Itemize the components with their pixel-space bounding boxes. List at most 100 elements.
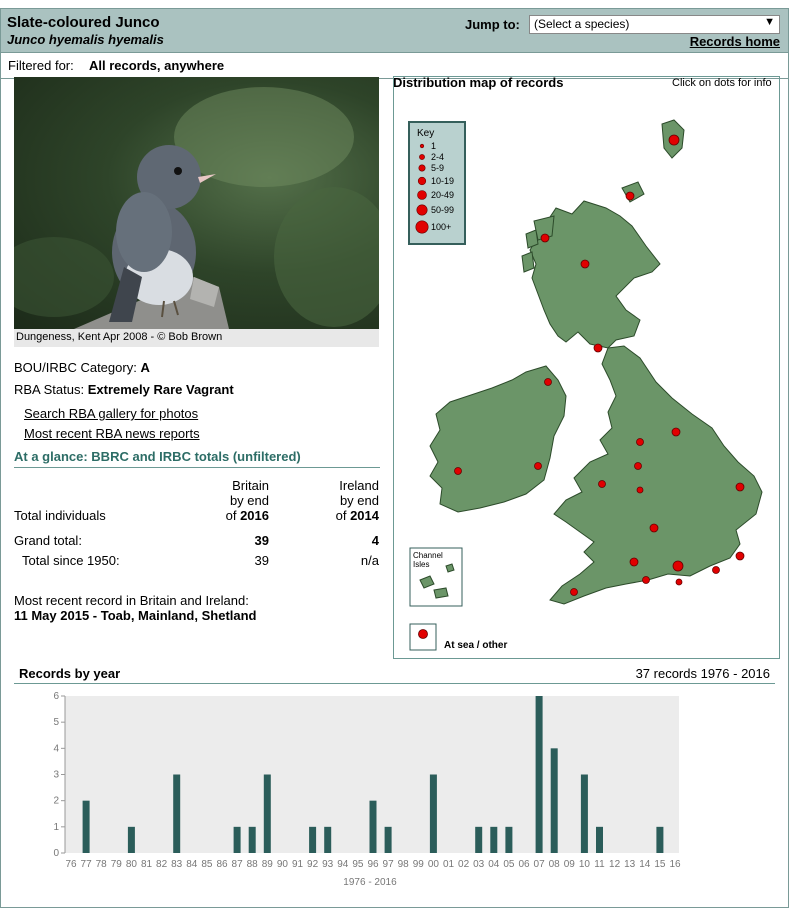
record-dot[interactable] [634,462,642,470]
x-tick-label: 09 [564,859,576,870]
x-tick-label: 88 [247,859,259,870]
total-individuals-label: Total individuals [14,508,106,523]
record-dot[interactable] [636,438,644,446]
species-select[interactable]: (Select a species) ▼ [529,15,780,34]
x-tick-label: 97 [383,859,395,870]
record-dot[interactable] [672,560,684,572]
distribution-map[interactable]: Key 12-45-9 10-19 20-49 50-99 100+ Channel I… [394,96,779,658]
species-header: Slate-coloured Junco Junco hyemalis hyem… [1,9,788,53]
recent-record-value: 11 May 2015 - Toab, Mainland, Shetland [14,608,257,623]
x-tick-label: 92 [307,859,319,870]
grand-total-britain: 39 [254,533,269,548]
species-photo [14,77,379,329]
key-label-2: 5-9 [431,163,444,173]
status-value: Extremely Rare Vagrant [87,382,234,397]
record-dot[interactable] [649,523,659,533]
ireland-header-3: of 2014 [300,508,379,523]
bar-83 [173,774,181,853]
x-tick-label: 05 [503,859,515,870]
britain-year: 2016 [240,508,269,523]
record-dot[interactable] [735,551,745,561]
x-tick-label: 93 [322,859,334,870]
x-tick-label: 16 [669,859,681,870]
grand-total-ireland: 4 [371,533,379,548]
bar-07 [535,696,543,853]
record-dot[interactable] [593,343,603,353]
x-tick-label: 08 [549,859,561,870]
species-scientific-name: Junco hyemalis hyemalis [7,32,164,47]
y-tick-label: 3 [53,770,59,781]
x-tick-label: 83 [171,859,183,870]
x-tick-label: 02 [458,859,470,870]
bar-87 [233,826,241,853]
photo-caption: Dungeness, Kent Apr 2008 - © Bob Brown [14,329,379,347]
gallery-search-link[interactable]: Search RBA gallery for photos [24,406,198,421]
x-tick-label: 79 [111,859,123,870]
key-dot-2 [418,164,426,172]
channel-islands-label-2: Isles [413,560,429,569]
y-tick-label: 6 [53,691,59,702]
x-tick-label: 03 [473,859,485,870]
key-dot-3 [417,176,427,186]
records-by-year-chart: 012345676 77 78 79 80 81 82 83 84 85 86 87 88 89 90 91 9… [53,691,681,888]
recent-record-label: Most recent record in Britain and Irelan… [14,593,249,608]
x-tick-label: 96 [367,859,379,870]
record-dot[interactable] [629,557,639,567]
x-tick-label: 81 [141,859,153,870]
bar-80 [127,826,135,853]
y-tick-label: 2 [53,796,59,807]
x-tick-label: 86 [216,859,228,870]
record-dot[interactable] [570,588,578,596]
record-dot[interactable] [735,482,745,492]
britain-header-of: of [225,508,237,523]
key-dot-6 [415,220,429,234]
species-select-value: (Select a species) [534,17,630,31]
since-1950-britain: 39 [254,553,269,568]
record-dot[interactable] [712,566,720,574]
category-label: BOU/IRBC Category: [14,360,137,375]
record-dot[interactable] [544,378,552,386]
record-dot[interactable] [668,134,680,146]
category-line: BOU/IRBC Category: A [14,360,150,375]
key-dot-0 [419,143,425,149]
y-tick-label: 5 [53,717,59,728]
record-dot[interactable] [534,462,542,470]
record-dot[interactable] [642,576,650,584]
x-tick-label: 15 [654,859,666,870]
bar-96 [369,800,377,853]
x-tick-label: 14 [639,859,651,870]
x-tick-label: 90 [277,859,289,870]
record-dot[interactable] [454,467,462,475]
x-tick-label: 98 [398,859,410,870]
x-tick-label: 89 [262,859,274,870]
x-tick-label: 84 [186,859,198,870]
jump-to-label: Jump to: [465,17,520,32]
x-tick-label: 95 [352,859,364,870]
at-sea-box[interactable]: At sea / other [409,623,507,651]
record-dot[interactable] [580,259,590,269]
x-tick-label: 04 [488,859,500,870]
glance-divider [14,467,380,468]
records-by-year-summary: 37 records 1976 - 2016 [635,666,770,681]
record-dot[interactable] [671,427,681,437]
x-tick-label: 82 [156,859,168,870]
key-label-3: 10-19 [431,176,454,186]
x-tick-label: 07 [534,859,546,870]
filter-label: Filtered for: [8,58,74,73]
records-home-link[interactable]: Records home [690,34,780,49]
status-line: RBA Status: Extremely Rare Vagrant [14,382,234,397]
record-dot[interactable] [625,191,635,201]
record-dot[interactable] [636,486,644,494]
bar-08 [550,748,558,853]
record-dot[interactable] [598,480,606,488]
x-tick-label: 87 [232,859,244,870]
bar-89 [263,774,271,853]
y-tick-label: 4 [53,743,59,754]
since-1950-label: Total since 1950: [22,553,120,568]
x-tick-label: 01 [443,859,455,870]
record-dot[interactable] [540,233,550,243]
bar-93 [324,826,332,853]
ireland-header-2: by end [339,493,379,508]
news-reports-link[interactable]: Most recent RBA news reports [24,426,200,441]
record-dot[interactable] [675,578,683,586]
